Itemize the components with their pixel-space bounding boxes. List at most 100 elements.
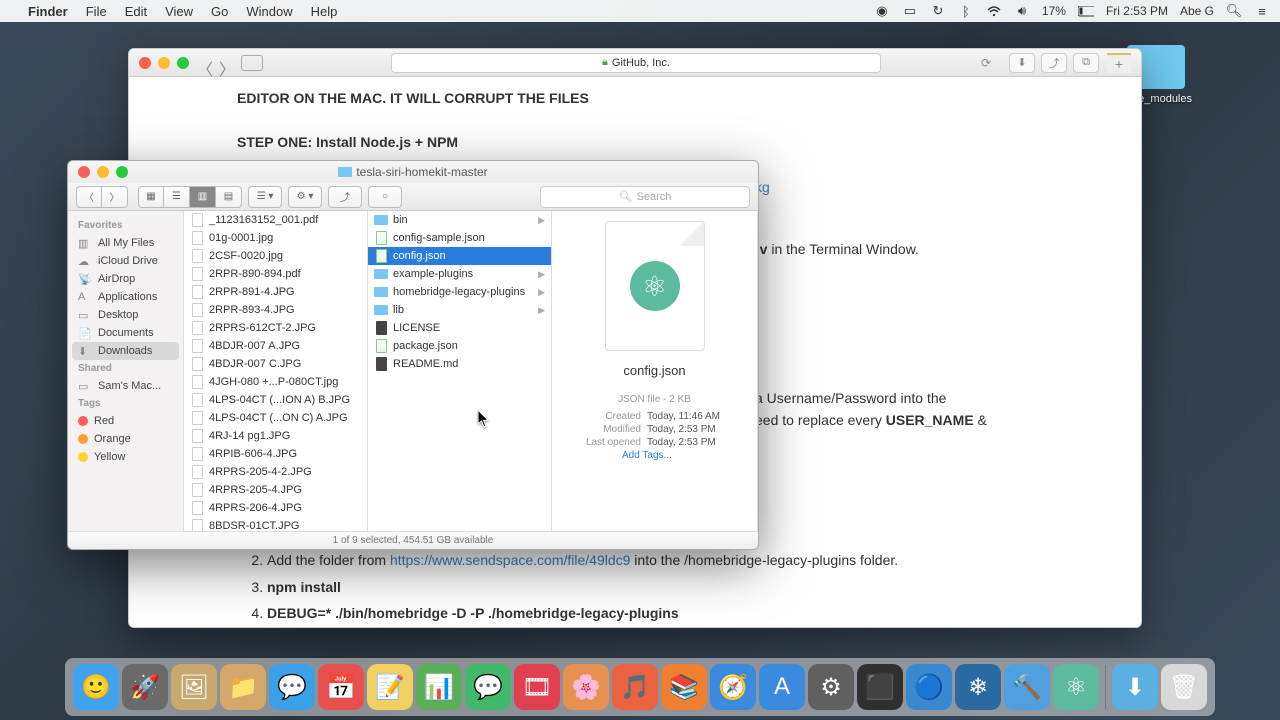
dock-app-4[interactable]: 💬	[269, 664, 315, 710]
dock-app-0[interactable]: 🙂	[73, 664, 119, 710]
menu-view[interactable]: View	[165, 4, 193, 19]
file-row[interactable]: 2RPR-890-894.pdf	[184, 265, 367, 283]
file-row[interactable]: 4BDJR-007 A.JPG	[184, 337, 367, 355]
tags-button[interactable]: ○	[368, 186, 402, 208]
battery-icon[interactable]	[1078, 3, 1094, 19]
file-row[interactable]: LICENSE	[368, 319, 551, 337]
menu-go[interactable]: Go	[211, 4, 228, 19]
file-row[interactable]: package.json	[368, 337, 551, 355]
action-button[interactable]: ⚙ ▾	[288, 186, 322, 208]
dock-app-3[interactable]: 📁	[220, 664, 266, 710]
file-row[interactable]: 4JGH-080 +...P-080CT.jpg	[184, 373, 367, 391]
downloads-button[interactable]: ⬇	[1009, 53, 1035, 73]
tabs-button[interactable]: ⧉	[1073, 53, 1099, 73]
dock-downloads[interactable]: ⬇	[1112, 664, 1158, 710]
user-name[interactable]: Abe G	[1180, 4, 1214, 18]
arrange-button[interactable]: ☰ ▾	[248, 186, 282, 208]
sidebar-item-icloud-drive[interactable]: ☁iCloud Drive	[68, 252, 183, 270]
app-name[interactable]: Finder	[28, 4, 68, 19]
new-tab-button[interactable]: +	[1107, 53, 1131, 73]
dock-app-7[interactable]: 📊	[416, 664, 462, 710]
menu-window[interactable]: Window	[246, 4, 292, 19]
file-row[interactable]: 01g-0001.jpg	[184, 229, 367, 247]
file-row[interactable]: 2RPR-891-4.JPG	[184, 283, 367, 301]
dock-app-6[interactable]: 📝	[367, 664, 413, 710]
wifi-icon[interactable]	[986, 3, 1002, 19]
file-row[interactable]: 4LPS-04CT (...ON C) A.JPG	[184, 409, 367, 427]
status-icon[interactable]: ◉	[874, 3, 890, 19]
file-row[interactable]: config.json	[368, 247, 551, 265]
bluetooth-icon[interactable]: ᛒ	[958, 3, 974, 19]
icon-view-button[interactable]: ▦	[138, 186, 164, 208]
reload-icon[interactable]: ⟳	[981, 56, 991, 70]
file-row[interactable]: config-sample.json	[368, 229, 551, 247]
dock-app-1[interactable]: 🚀	[122, 664, 168, 710]
airplay-icon[interactable]: ▭	[902, 3, 918, 19]
dock-app-14[interactable]: A	[759, 664, 805, 710]
sidebar-item-documents[interactable]: 📄Documents	[68, 324, 183, 342]
dock-app-13[interactable]: 🧭	[710, 664, 756, 710]
search-field[interactable]: 🔍︎Search	[540, 186, 750, 208]
forward-button[interactable]: 〉	[102, 186, 128, 208]
file-row[interactable]: 4RPRS-206-4.JPG	[184, 499, 367, 517]
safari-traffic-lights[interactable]	[139, 57, 189, 69]
list-view-button[interactable]: ☰	[164, 186, 190, 208]
dock-app-12[interactable]: 📚	[661, 664, 707, 710]
volume-icon[interactable]: 🔊︎	[1014, 3, 1030, 19]
sidebar-tag-yellow[interactable]: Yellow	[68, 448, 183, 466]
file-row[interactable]: 4BDJR-007 C.JPG	[184, 355, 367, 373]
coverflow-view-button[interactable]: ▤	[216, 186, 242, 208]
column-view-button[interactable]: ▥	[190, 186, 216, 208]
dock-app-10[interactable]: 🌸	[563, 664, 609, 710]
file-row[interactable]: lib▶	[368, 301, 551, 319]
address-bar[interactable]: 🔒︎ GitHub, Inc.	[391, 53, 881, 73]
sidebar-item-applications[interactable]: AApplications	[68, 288, 183, 306]
close-button[interactable]	[139, 57, 151, 69]
file-row[interactable]: 2RPR-893-4.JPG	[184, 301, 367, 319]
dock-app-15[interactable]: ⚙	[808, 664, 854, 710]
file-row[interactable]: example-plugins▶	[368, 265, 551, 283]
column-1[interactable]: _1123163152_001.pdf01g-0001.jpg2CSF-0020…	[184, 211, 368, 531]
dock-app-2[interactable]: 🖼	[171, 664, 217, 710]
file-row[interactable]: 4RPIB-606-4.JPG	[184, 445, 367, 463]
file-row[interactable]: bin▶	[368, 211, 551, 229]
share-button[interactable]: ⤴	[1041, 53, 1067, 73]
forward-button[interactable]: 〉	[219, 56, 233, 70]
column-2[interactable]: bin▶config-sample.jsonconfig.jsonexample…	[368, 211, 552, 531]
clock[interactable]: Fri 2:53 PM	[1106, 4, 1168, 18]
sidebar-tag-orange[interactable]: Orange	[68, 430, 183, 448]
dock-app-17[interactable]: 🔵	[906, 664, 952, 710]
dock-trash[interactable]: 🗑	[1161, 664, 1207, 710]
sidebar-item-airdrop[interactable]: 📡AirDrop	[68, 270, 183, 288]
file-row[interactable]: 4RPRS-205-4-2.JPG	[184, 463, 367, 481]
file-row[interactable]: 2RPRS-612CT-2.JPG	[184, 319, 367, 337]
dock-app-19[interactable]: 🔨	[1004, 664, 1050, 710]
finder-titlebar[interactable]: tesla-siri-homekit-master	[68, 161, 758, 183]
sidebar-toggle[interactable]	[241, 55, 263, 71]
file-row[interactable]: 8BDSR-01CT.JPG	[184, 517, 367, 531]
menu-edit[interactable]: Edit	[125, 4, 147, 19]
file-row[interactable]: 4LPS-04CT (...ION A) B.JPG	[184, 391, 367, 409]
sidebar-item-shared[interactable]: ▭Sam's Mac...	[68, 377, 183, 395]
sidebar-item-all-my-files[interactable]: ▥All My Files	[68, 234, 183, 252]
file-row[interactable]: 4RPRS-205-4.JPG	[184, 481, 367, 499]
file-row[interactable]: _1123163152_001.pdf	[184, 211, 367, 229]
back-button[interactable]: 〈	[76, 186, 102, 208]
dock-app-20[interactable]: ⚛	[1053, 664, 1099, 710]
share-button[interactable]: ⤴	[328, 186, 362, 208]
notification-center-icon[interactable]: ≡	[1254, 3, 1270, 19]
dock-app-18[interactable]: ❄	[955, 664, 1001, 710]
dock-app-9[interactable]: 🎞	[514, 664, 560, 710]
sidebar-tag-red[interactable]: Red	[68, 412, 183, 430]
add-tags-link[interactable]: Add Tags...	[562, 450, 747, 461]
dock-app-11[interactable]: 🎵	[612, 664, 658, 710]
battery-percent[interactable]: 17%	[1042, 4, 1066, 18]
timemachine-icon[interactable]: ↻	[930, 3, 946, 19]
file-row[interactable]: 4RJ-14 pg1.JPG	[184, 427, 367, 445]
file-row[interactable]: README.md	[368, 355, 551, 373]
spotlight-icon[interactable]: 🔍︎	[1226, 3, 1242, 19]
sidebar-item-downloads[interactable]: ⬇Downloads	[72, 342, 179, 360]
dock-app-16[interactable]: ⬛	[857, 664, 903, 710]
sendspace-link[interactable]: https://www.sendspace.com/file/49ldc9	[390, 552, 630, 568]
file-row[interactable]: 2CSF-0020.jpg	[184, 247, 367, 265]
